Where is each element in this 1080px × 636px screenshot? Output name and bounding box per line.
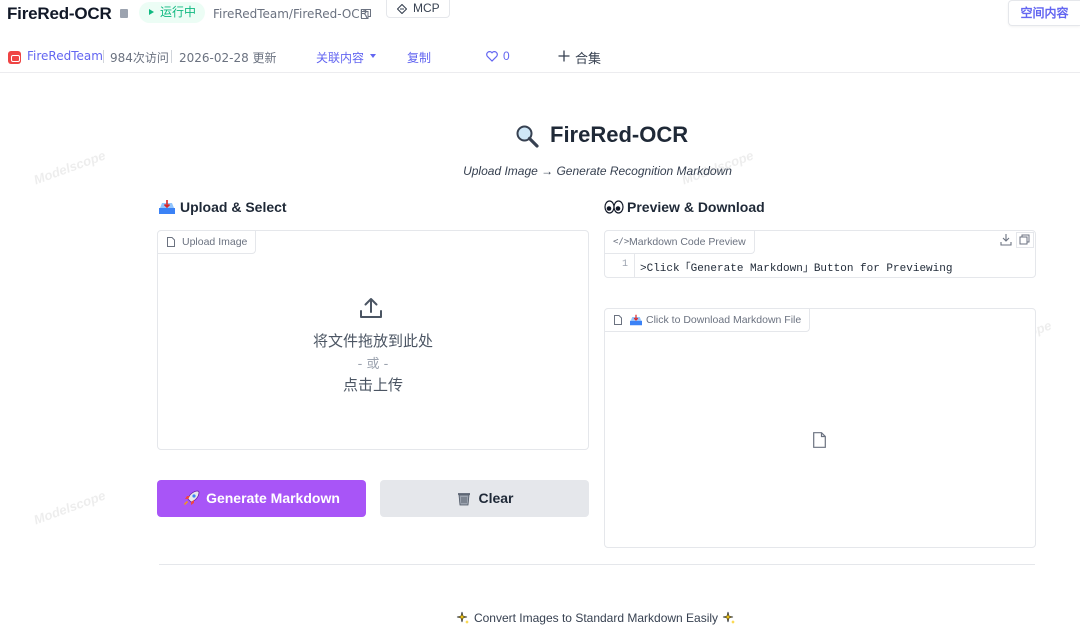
divider <box>171 50 172 63</box>
footer: Convert Images to Standard Markdown Easi… <box>0 611 1080 625</box>
code-preview-label: </> Markdown Code Preview <box>605 231 755 254</box>
code-gutter <box>634 253 635 277</box>
meta-bar: FireRedTeam 984次访问 2026-02-28 更新 关联内容 复制… <box>0 40 1080 73</box>
play-icon <box>149 9 154 15</box>
drop-text: 将文件拖放到此处 <box>312 332 433 350</box>
like-count: 0 <box>503 49 510 63</box>
code-content[interactable]: >Click「Generate Markdown」Button for Prev… <box>640 259 952 275</box>
mcp-button[interactable]: MCP <box>386 0 450 18</box>
watermark: Modelscope <box>31 487 108 528</box>
mcp-label: MCP <box>413 1 440 15</box>
sparkle-icon <box>456 611 469 624</box>
file-icon <box>614 315 622 325</box>
code-icon: </> <box>613 237 630 247</box>
file-icon <box>167 237 175 247</box>
or-text: - 或 - <box>357 357 389 372</box>
space-content-button[interactable]: 空间内容 <box>1008 0 1080 26</box>
page-title: FireRed-OCR <box>550 122 689 147</box>
upload-label: Upload Image <box>158 231 257 254</box>
generate-markdown-button[interactable]: Generate Markdown <box>157 480 366 517</box>
eyes-icon <box>604 200 624 214</box>
code-line-number: 1 <box>621 259 628 270</box>
collection-button[interactable]: 合集 <box>575 48 601 67</box>
footer-text: Convert Images to Standard Markdown Easi… <box>473 611 719 625</box>
mcp-icon <box>397 4 407 14</box>
download-icon <box>1000 234 1012 246</box>
empty-file-icon <box>813 432 826 448</box>
status-text: 运行中 <box>160 5 197 19</box>
chevron-down-icon[interactable] <box>370 54 376 58</box>
click-upload-text[interactable]: 点击上传 <box>158 374 588 395</box>
rocket-icon <box>184 490 200 506</box>
team-link[interactable]: FireRedTeam <box>27 49 103 63</box>
heart-icon[interactable] <box>486 51 498 62</box>
upload-icon <box>360 298 382 318</box>
page-subtitle: Upload Image → Generate Recognition Mark… <box>463 164 732 178</box>
inbox-tray-icon <box>159 200 175 214</box>
sparkle-icon <box>722 611 736 624</box>
trash-icon <box>458 493 471 506</box>
app-badge-icon <box>120 9 128 18</box>
footer-divider <box>159 564 1035 565</box>
preview-section-heading: Preview & Download <box>627 199 765 215</box>
team-logo <box>8 51 21 64</box>
download-label: Click to Download Markdown File <box>605 309 811 332</box>
plus-icon[interactable] <box>558 50 570 62</box>
visit-count: 984次访问 <box>110 51 169 65</box>
status-badge: 运行中 <box>139 2 206 23</box>
related-content-dropdown[interactable]: 关联内容 <box>316 49 364 66</box>
divider <box>103 50 104 63</box>
repo-path[interactable]: FireRedTeam/FireRed-OCR <box>213 7 368 21</box>
copy-icon[interactable] <box>361 9 371 19</box>
download-file-panel[interactable]: Click to Download Markdown File <box>604 308 1036 548</box>
top-bar: FireRed-OCR 运行中 FireRedTeam/FireRed-OCR … <box>0 0 1080 30</box>
inbox-tray-icon <box>630 314 642 326</box>
code-toolbar <box>1000 232 1034 248</box>
clear-button[interactable]: Clear <box>380 480 589 517</box>
app-title[interactable]: FireRed-OCR <box>7 4 112 24</box>
duplicate-button[interactable]: 复制 <box>407 49 431 66</box>
upload-section-heading: Upload & Select <box>180 199 287 215</box>
updated-date: 2026-02-28 更新 <box>179 51 277 65</box>
